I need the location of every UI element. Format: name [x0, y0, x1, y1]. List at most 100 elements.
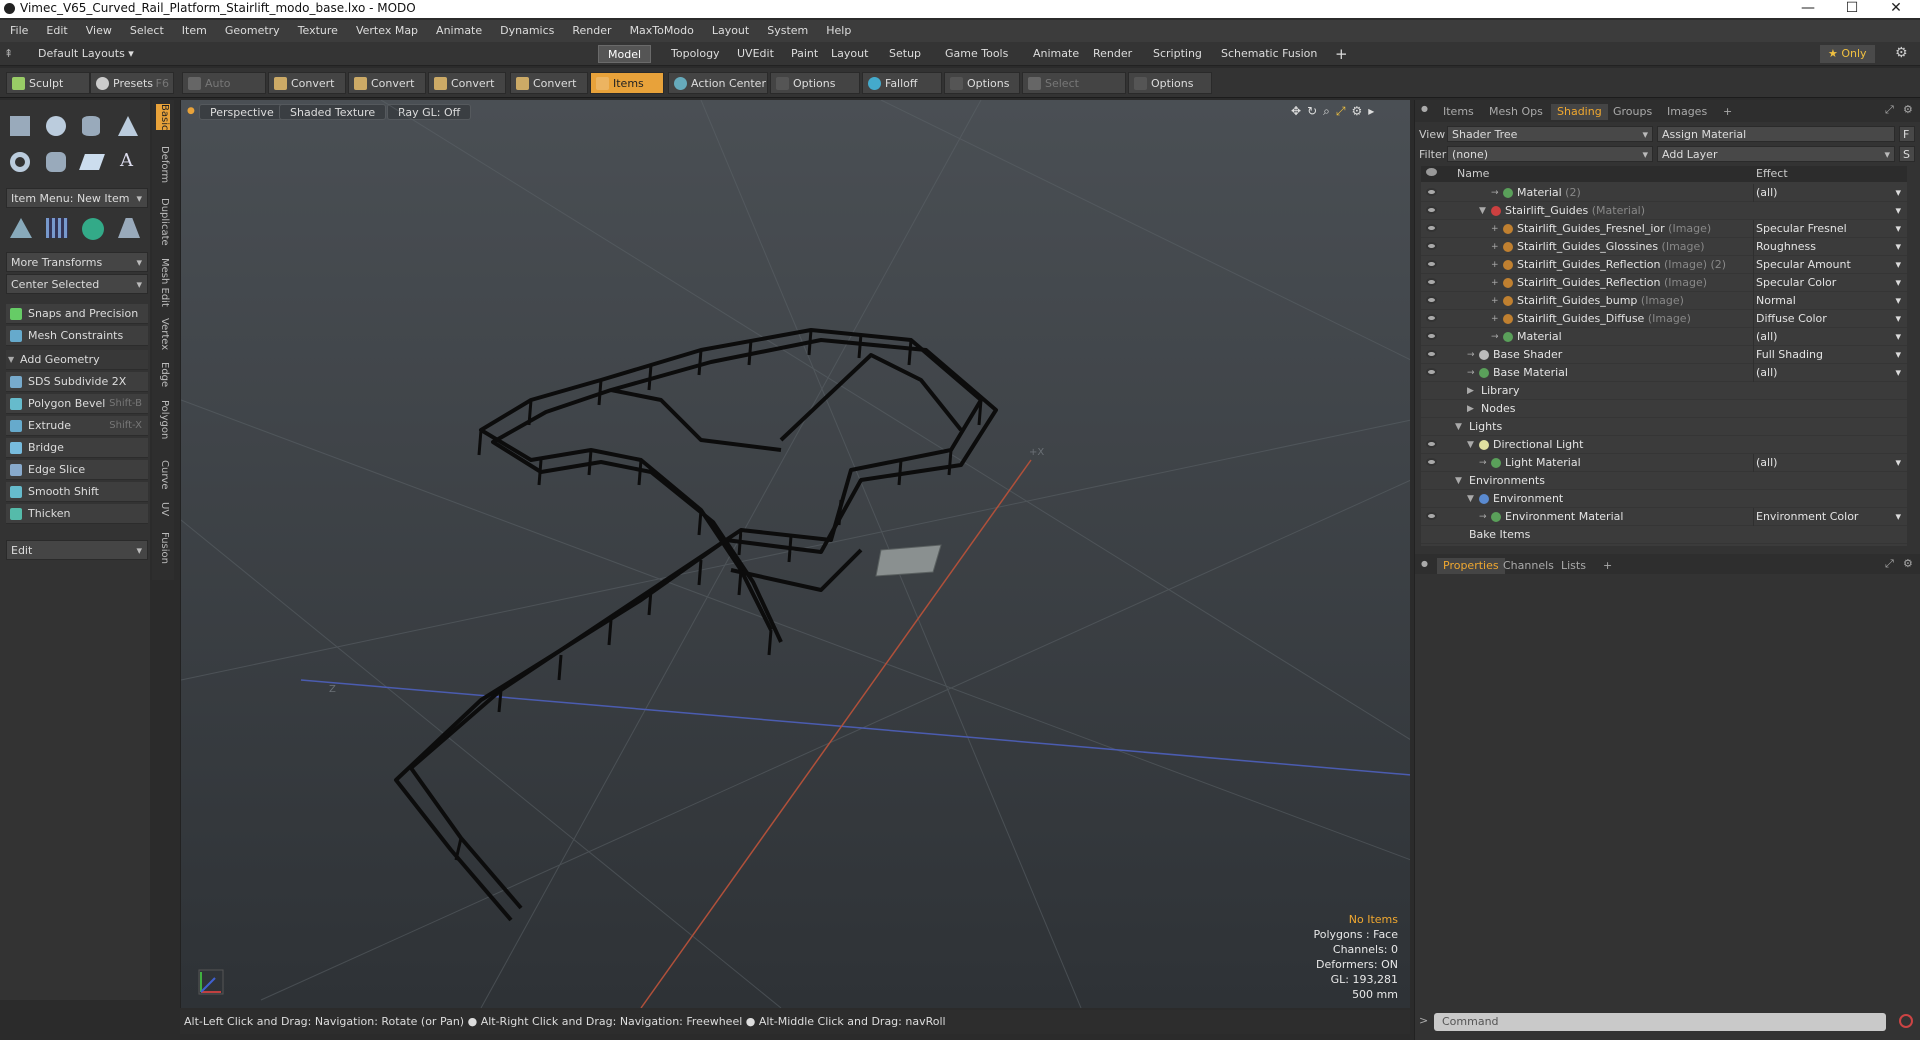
tool-thicken[interactable]: Thicken: [6, 504, 148, 524]
tree-expander-icon[interactable]: +: [1491, 220, 1499, 238]
menu-edit[interactable]: Edit: [36, 20, 75, 42]
visibility-eye-icon[interactable]: [1426, 206, 1437, 214]
menu-layout[interactable]: Layout: [702, 20, 757, 42]
shader-tree-row[interactable]: + Stairlift_Guides_Fresnel_ior (Image) Spe…: [1421, 220, 1907, 238]
vtab-edge[interactable]: Edge: [156, 362, 170, 387]
visibility-eye-icon[interactable]: [1426, 440, 1437, 448]
auto-select-button[interactable]: Auto Select: [182, 72, 266, 112]
shader-tree-row[interactable]: + Stairlift_Guides_bump (Image) Normal: [1421, 292, 1907, 310]
select-through-options-button[interactable]: Options: [1128, 72, 1212, 94]
tree-expander-icon[interactable]: →: [1479, 454, 1487, 472]
only-button[interactable]: ★ Only: [1820, 45, 1875, 63]
mesh-constraints-button[interactable]: Mesh Constraints: [6, 326, 148, 346]
layer-effect[interactable]: (all): [1753, 364, 1905, 382]
vtab-basic[interactable]: Basic: [156, 104, 170, 131]
falloff-options-button[interactable]: Options: [944, 72, 1020, 94]
action-center-button[interactable]: Action Center: [668, 72, 768, 94]
layer-effect[interactable]: (all): [1753, 184, 1905, 202]
shader-tree-row[interactable]: ▼ Lights: [1421, 418, 1907, 436]
vtab-deform[interactable]: Deform: [156, 146, 170, 183]
layout-tab-render[interactable]: Render: [1084, 45, 1141, 63]
layer-effect[interactable]: Specular Fresnel: [1753, 220, 1905, 238]
tree-expander-icon[interactable]: ▼: [1455, 418, 1462, 436]
layer-effect[interactable]: Full Shading: [1753, 346, 1905, 364]
menu-system[interactable]: System: [757, 20, 816, 42]
capsule-icon[interactable]: [46, 152, 66, 172]
tool-bridge[interactable]: Bridge: [6, 438, 148, 458]
tree-expander-icon[interactable]: →: [1467, 346, 1475, 364]
layer-effect[interactable]: Specular Color: [1753, 274, 1905, 292]
tree-expander-icon[interactable]: ▼: [1479, 202, 1486, 220]
properties-tab-channels[interactable]: Channels: [1497, 558, 1560, 574]
shader-tree-row[interactable]: → Environment Material Environment Color: [1421, 508, 1907, 526]
layer-effect[interactable]: Roughness: [1753, 238, 1905, 256]
vtab-curve[interactable]: Curve: [156, 460, 170, 490]
menu-vertex-map[interactable]: Vertex Map: [346, 20, 426, 42]
layer-effect[interactable]: Normal: [1753, 292, 1905, 310]
layout-tab-topology[interactable]: Topology: [662, 45, 729, 63]
layer-effect[interactable]: (all): [1753, 454, 1905, 472]
tree-expander-icon[interactable]: +: [1491, 292, 1499, 310]
edit-dropdown[interactable]: Edit: [6, 540, 148, 561]
shader-tree-row[interactable]: + Stairlift_Guides_Diffuse (Image) Diffuse…: [1421, 310, 1907, 328]
layer-effect[interactable]: Diffuse Color: [1753, 310, 1905, 328]
add-layer-dropdown[interactable]: Add Layer: [1657, 146, 1895, 163]
snaps-precision-button[interactable]: Snaps and Precision: [6, 304, 148, 324]
add-layout-icon[interactable]: +: [1335, 45, 1348, 63]
panel-tab-groups[interactable]: Groups: [1607, 104, 1658, 120]
tree-expander-icon[interactable]: →: [1491, 184, 1499, 202]
falloff-button[interactable]: Falloff: [862, 72, 942, 94]
shader-tree-row[interactable]: + Stairlift_Guides_Glossines (Image) Rough…: [1421, 238, 1907, 256]
globe-icon[interactable]: [82, 218, 104, 240]
visibility-eye-icon[interactable]: [1426, 296, 1437, 304]
properties-tab-properties[interactable]: Properties: [1437, 558, 1505, 574]
grid-mesh-icon[interactable]: [46, 218, 68, 238]
shader-tree-row[interactable]: ▶ Nodes: [1421, 400, 1907, 418]
shader-tree-row[interactable]: + Stairlift_Guides_Reflection (Image) Spec…: [1421, 274, 1907, 292]
layout-tab-paint[interactable]: Paint: [782, 45, 827, 63]
visibility-eye-icon[interactable]: [1426, 458, 1437, 466]
assign-material-button[interactable]: Assign Material: [1657, 126, 1895, 142]
menu-texture[interactable]: Texture: [288, 20, 346, 42]
visibility-eye-icon[interactable]: [1426, 512, 1437, 520]
cylinder-icon[interactable]: [82, 116, 100, 136]
visibility-eye-icon[interactable]: [1426, 332, 1437, 340]
panel-tab-images[interactable]: Images: [1661, 104, 1713, 120]
properties-tab-lists[interactable]: Lists: [1555, 558, 1592, 574]
menu-select[interactable]: Select: [120, 20, 172, 42]
vtab-polygon[interactable]: Polygon: [156, 400, 170, 439]
menu-animate[interactable]: Animate: [426, 20, 490, 42]
vtab-duplicate[interactable]: Duplicate: [156, 198, 170, 246]
layout-arrow-icon[interactable]: ⇞: [4, 47, 13, 60]
convert-vertices-button[interactable]: Convert: [268, 72, 346, 94]
menu-help[interactable]: Help: [816, 20, 859, 42]
menu-render[interactable]: Render: [562, 20, 619, 42]
shader-tree-row[interactable]: + Stairlift_Guides_Reflection (Image) (2)…: [1421, 256, 1907, 274]
vtab-uv[interactable]: UV: [156, 502, 170, 516]
text-tool-icon[interactable]: A: [120, 150, 133, 171]
properties-gear-icon[interactable]: ⚙: [1903, 557, 1913, 570]
minimize-button[interactable]: —: [1786, 0, 1830, 18]
convert-polygons-button[interactable]: Convert: [428, 72, 506, 94]
tool-sds-subdivide-2x[interactable]: SDS Subdivide 2X: [6, 372, 148, 392]
layout-tab-setup[interactable]: Setup: [880, 45, 930, 63]
filter-dropdown[interactable]: (none): [1447, 146, 1653, 163]
effect-column-header[interactable]: Effect: [1756, 167, 1788, 180]
tree-expander-icon[interactable]: →: [1479, 508, 1487, 526]
tool-edge-slice[interactable]: Edge Slice: [6, 460, 148, 480]
f-button[interactable]: F: [1899, 126, 1915, 142]
tree-expander-icon[interactable]: +: [1491, 274, 1499, 292]
vtab-vertex[interactable]: Vertex: [156, 318, 170, 350]
tree-expander-icon[interactable]: +: [1491, 256, 1499, 274]
panel-tab-shading[interactable]: Shading: [1551, 104, 1608, 120]
items-mode-button[interactable]: Items: [590, 72, 664, 94]
convert-items-button[interactable]: Convert: [510, 72, 588, 94]
visibility-eye-icon[interactable]: [1426, 224, 1437, 232]
visibility-eye-icon[interactable]: [1426, 260, 1437, 268]
panel-expand-icon[interactable]: ⤢: [1885, 103, 1894, 117]
menu-view[interactable]: View: [76, 20, 120, 42]
tree-expander-icon[interactable]: ▼: [1467, 436, 1474, 454]
vtab-fusion[interactable]: Fusion: [156, 532, 170, 564]
layout-tab-game-tools[interactable]: Game Tools: [936, 45, 1017, 63]
properties-menu-icon[interactable]: ●: [1421, 559, 1428, 568]
